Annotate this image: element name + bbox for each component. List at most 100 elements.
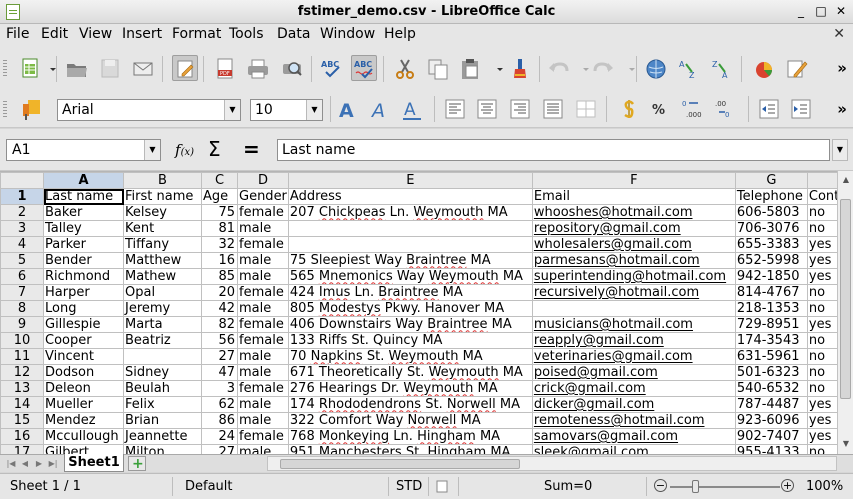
currency-format-icon[interactable] [615,96,641,122]
cell-email[interactable]: veterinaries@gmail.com [531,348,736,365]
underline-icon[interactable]: A [399,96,425,122]
cell-email[interactable]: crick@gmail.com [531,380,736,397]
cell-address[interactable]: 424 Imus Ln. Braintree MA [287,284,533,301]
chart-icon[interactable] [751,56,777,82]
close-document-button[interactable]: ✕ [833,26,845,42]
cell[interactable]: Address [287,188,533,205]
scroll-thumb[interactable] [280,459,520,469]
cell-gender[interactable]: male [237,364,289,381]
cell-gender[interactable]: male [237,300,289,317]
cell-phone[interactable]: 174-3543 [734,332,808,349]
cell-email[interactable]: reapply@gmail.com [531,332,736,349]
cell-age[interactable]: 47 [201,364,238,381]
cell-phone[interactable]: 787-4487 [734,396,808,413]
sum-icon[interactable]: Σ [208,137,221,161]
row-header[interactable]: 5 [0,252,44,269]
cell-first[interactable]: Mathew [123,268,202,285]
cell-gender[interactable]: male [237,220,289,237]
cell[interactable]: Email [531,188,736,205]
cell[interactable]: First name [123,188,202,205]
cell-email[interactable]: dicker@gmail.com [531,396,736,413]
cell-last[interactable]: Deleon [43,380,124,397]
cell-phone[interactable]: 540-6532 [734,380,808,397]
zoom-slider[interactable] [670,486,780,488]
bold-icon[interactable]: A [334,96,360,122]
cell-first[interactable]: Tiffany [123,236,202,253]
cell-address[interactable]: 207 Chickpeas Ln. Weymouth MA [287,204,533,221]
italic-icon[interactable]: A [367,96,393,122]
menu-insert[interactable]: Insert [122,26,162,42]
cell-address[interactable]: 174 Rhododendrons St. Norwell MA [287,396,533,413]
cell-gender[interactable]: female [237,284,289,301]
cell-age[interactable]: 27 [201,348,238,365]
menu-file[interactable]: File [6,26,29,42]
cell-email[interactable] [531,300,736,317]
cell-first[interactable]: Brian [123,412,202,429]
cell-phone[interactable]: 655-3383 [734,236,808,253]
cell-gender[interactable]: female [237,236,289,253]
align-center-icon[interactable] [474,96,500,122]
cell-age[interactable]: 24 [201,428,238,445]
styles-icon[interactable] [18,96,44,122]
row-header[interactable]: 1 [0,188,44,205]
cell-first[interactable]: Jeremy [123,300,202,317]
chevron-down-icon[interactable]: ▼ [832,139,848,161]
column-header-e[interactable]: E [287,172,533,189]
cell-last[interactable]: Richmond [43,268,124,285]
formula-equals-icon[interactable]: = [243,137,260,161]
cell-gender[interactable]: female [237,428,289,445]
cell-age[interactable]: 82 [201,316,238,333]
scroll-thumb[interactable] [840,199,851,399]
cell[interactable]: Telephone [734,188,808,205]
cell-phone[interactable]: 923-6096 [734,412,808,429]
row-header[interactable]: 8 [0,300,44,317]
row-header[interactable]: 11 [0,348,44,365]
vertical-scrollbar[interactable]: ▲ ▼ [837,171,853,454]
cell-last[interactable]: Talley [43,220,124,237]
column-header-f[interactable]: F [531,172,736,189]
cell-gender[interactable]: male [237,412,289,429]
cell-email[interactable]: superintending@hotmail.com [531,268,736,285]
row-header[interactable]: 2 [0,204,44,221]
cell-email[interactable]: parmesans@hotmail.com [531,252,736,269]
menu-format[interactable]: Format [172,26,221,42]
cell-email[interactable]: musicians@hotmail.com [531,316,736,333]
cell-address[interactable]: 75 Sleepiest Way Braintree MA [287,252,533,269]
zoom-slider-knob[interactable] [692,480,699,493]
decrease-indent-icon[interactable] [756,96,782,122]
chevron-down-icon[interactable]: ▼ [224,100,240,120]
cell-first[interactable]: Beatriz [123,332,202,349]
cell-gender[interactable]: female [237,316,289,333]
cell-gender[interactable]: female [237,332,289,349]
cell-address[interactable]: 671 Theoretically St. Weymouth MA [287,364,533,381]
cell-age[interactable]: 27 [201,444,238,454]
sheet-tab-sheet1[interactable]: Sheet1 [64,454,124,472]
cell-gender[interactable]: male [237,444,289,454]
row-header[interactable]: 6 [0,268,44,285]
row-header[interactable]: 10 [0,332,44,349]
cell-phone[interactable]: 501-6323 [734,364,808,381]
cell-age[interactable]: 16 [201,252,238,269]
increase-indent-icon[interactable] [788,96,814,122]
cell-email[interactable]: recursively@hotmail.com [531,284,736,301]
maximize-button[interactable]: □ [813,3,829,19]
cell-last[interactable]: Cooper [43,332,124,349]
menu-edit[interactable]: Edit [41,26,68,42]
function-wizard-icon[interactable]: f(x) [175,141,194,159]
clone-formatting-icon[interactable] [507,56,533,82]
cell-age[interactable]: 20 [201,284,238,301]
row-header[interactable]: 9 [0,316,44,333]
cell-last[interactable]: Harper [43,284,124,301]
menu-help[interactable]: Help [384,26,416,42]
cell-last[interactable]: Dodson [43,364,124,381]
cell-last[interactable]: Mueller [43,396,124,413]
cell-last[interactable]: Parker [43,236,124,253]
row-header[interactable]: 13 [0,380,44,397]
cell-first[interactable]: Jeannette [123,428,202,445]
menu-view[interactable]: View [79,26,112,42]
cell-phone[interactable]: 729-8951 [734,316,808,333]
cell-first[interactable]: Beulah [123,380,202,397]
cell-email[interactable]: sleek@gmail.com [531,444,736,454]
cell-phone[interactable]: 814-4767 [734,284,808,301]
add-sheet-button[interactable]: + [128,456,146,472]
